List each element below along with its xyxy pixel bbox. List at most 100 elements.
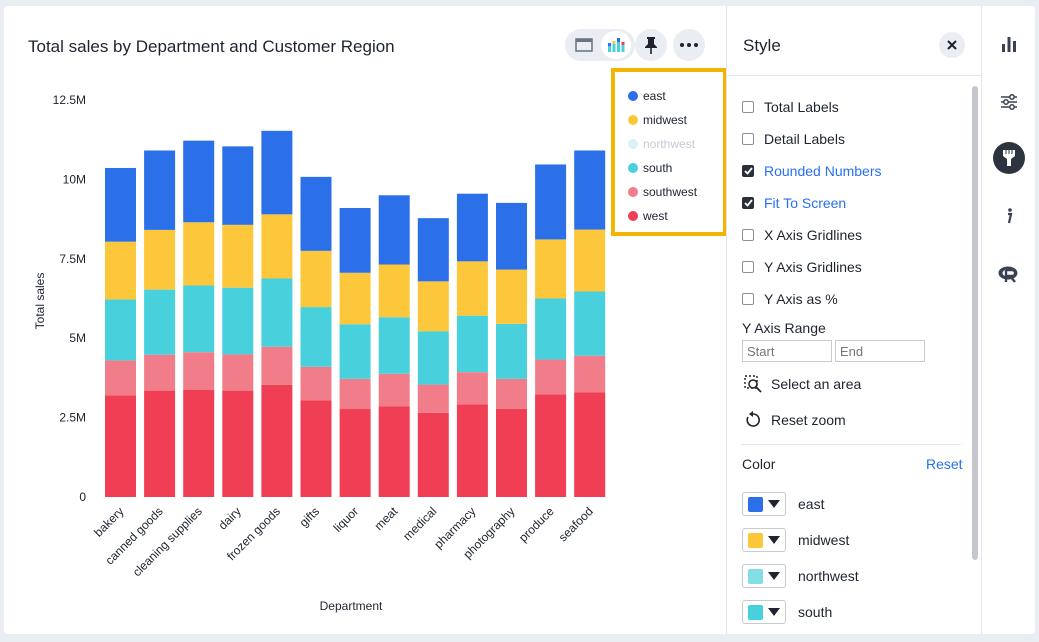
bar-segment-south[interactable] <box>456 315 488 373</box>
bar-segment-south[interactable] <box>144 289 176 355</box>
bar-segment-midwest[interactable] <box>144 229 176 290</box>
checkbox[interactable] <box>742 101 754 113</box>
color-picker-button[interactable] <box>742 528 786 552</box>
style-button[interactable] <box>993 142 1025 174</box>
option-y-axis-as[interactable]: Y Axis as % <box>742 290 838 308</box>
y-axis-range-end-input[interactable] <box>835 340 925 362</box>
color-picker-button[interactable] <box>742 492 786 516</box>
bar-segment-southwest[interactable] <box>261 346 293 385</box>
settings-button[interactable] <box>993 86 1025 118</box>
bar-segment-south[interactable] <box>183 285 215 353</box>
info-button[interactable] <box>993 200 1025 232</box>
color-reset-link[interactable]: Reset <box>926 456 963 472</box>
legend-item-midwest[interactable]: midwest <box>628 112 687 128</box>
bar-segment-midwest[interactable] <box>496 269 527 324</box>
checkbox[interactable] <box>742 197 754 209</box>
option-x-axis-gridlines[interactable]: X Axis Gridlines <box>742 226 862 244</box>
bar-segment-southwest[interactable] <box>535 359 567 395</box>
bar-segment-southwest[interactable] <box>222 354 254 391</box>
bar-segment-west[interactable] <box>144 390 176 497</box>
checkbox[interactable] <box>742 293 754 305</box>
bar-segment-east[interactable] <box>456 193 488 262</box>
option-total-labels[interactable]: Total Labels <box>742 98 839 116</box>
bar-segment-east[interactable] <box>378 195 410 265</box>
legend-item-west[interactable]: west <box>628 208 668 224</box>
bar-segment-south[interactable] <box>300 307 332 367</box>
bar-segment-west[interactable] <box>183 389 215 497</box>
bar-segment-east[interactable] <box>574 150 606 230</box>
bar-segment-south[interactable] <box>261 278 293 347</box>
bar-segment-southwest[interactable] <box>417 384 449 413</box>
bar-segment-south[interactable] <box>339 324 371 379</box>
more-button[interactable] <box>673 29 705 61</box>
chart-view-button[interactable] <box>601 31 631 59</box>
view-toggle[interactable] <box>565 29 635 61</box>
bar-segment-west[interactable] <box>417 412 449 497</box>
pin-button[interactable] <box>635 29 667 61</box>
chart-config-button[interactable] <box>993 28 1025 60</box>
option-rounded-numbers[interactable]: Rounded Numbers <box>742 162 882 180</box>
bar-segment-west[interactable] <box>339 409 371 497</box>
bar-segment-southwest[interactable] <box>183 352 215 390</box>
bar-segment-west[interactable] <box>378 406 410 497</box>
bar-segment-midwest[interactable] <box>300 250 332 308</box>
bar-segment-east[interactable] <box>105 167 136 242</box>
bar-segment-west[interactable] <box>261 384 293 497</box>
y-axis-range-start-input[interactable] <box>742 340 832 362</box>
bar-segment-southwest[interactable] <box>144 354 176 391</box>
bar-segment-south[interactable] <box>378 317 410 374</box>
bar-segment-east[interactable] <box>417 218 449 282</box>
checkbox[interactable] <box>742 133 754 145</box>
checkbox[interactable] <box>742 165 754 177</box>
option-detail-labels[interactable]: Detail Labels <box>742 130 845 148</box>
r-analysis-button[interactable] <box>993 258 1025 290</box>
legend-item-east[interactable]: east <box>628 88 666 104</box>
bar-segment-midwest[interactable] <box>105 241 136 300</box>
bar-segment-east[interactable] <box>183 140 215 223</box>
reset-zoom-button[interactable]: Reset zoom <box>743 410 846 430</box>
bar-segment-southwest[interactable] <box>456 372 488 405</box>
bar-segment-midwest[interactable] <box>261 214 293 279</box>
bar-segment-south[interactable] <box>105 299 136 361</box>
legend-item-south[interactable]: south <box>628 160 672 176</box>
bar-segment-west[interactable] <box>222 390 254 497</box>
bar-segment-midwest[interactable] <box>456 261 488 316</box>
checkbox[interactable] <box>742 261 754 273</box>
bar-segment-midwest[interactable] <box>183 222 215 286</box>
option-fit-to-screen[interactable]: Fit To Screen <box>742 194 846 212</box>
bar-segment-east[interactable] <box>535 164 567 240</box>
bar-segment-east[interactable] <box>144 150 176 230</box>
option-y-axis-gridlines[interactable]: Y Axis Gridlines <box>742 258 862 276</box>
bar-segment-midwest[interactable] <box>222 224 254 288</box>
style-pane-scrollbar[interactable] <box>972 86 978 560</box>
bar-segment-midwest[interactable] <box>339 272 371 325</box>
bar-segment-southwest[interactable] <box>339 378 371 410</box>
bar-segment-east[interactable] <box>496 202 527 270</box>
bar-segment-southwest[interactable] <box>378 373 410 407</box>
bar-segment-midwest[interactable] <box>535 239 567 299</box>
bar-segment-southwest[interactable] <box>574 355 606 393</box>
bar-segment-midwest[interactable] <box>574 229 606 292</box>
bar-segment-midwest[interactable] <box>378 264 410 318</box>
bar-segment-west[interactable] <box>535 394 567 497</box>
bar-segment-southwest[interactable] <box>496 378 527 409</box>
bar-segment-west[interactable] <box>105 395 136 497</box>
legend-item-northwest[interactable]: northwest <box>628 136 695 152</box>
bar-segment-south[interactable] <box>535 298 567 360</box>
bar-segment-east[interactable] <box>261 130 293 215</box>
bar-segment-south[interactable] <box>574 291 606 356</box>
bar-segment-west[interactable] <box>496 408 527 497</box>
bar-segment-south[interactable] <box>417 331 449 385</box>
bar-segment-southwest[interactable] <box>300 366 332 401</box>
bar-segment-midwest[interactable] <box>417 281 449 332</box>
checkbox[interactable] <box>742 229 754 241</box>
bar-segment-east[interactable] <box>222 146 254 225</box>
bar-segment-west[interactable] <box>574 392 606 497</box>
close-button[interactable] <box>939 32 965 58</box>
select-area-button[interactable]: Select an area <box>743 374 861 394</box>
legend-item-southwest[interactable]: southwest <box>628 184 697 200</box>
bar-segment-west[interactable] <box>456 404 488 497</box>
color-picker-button[interactable] <box>742 600 786 624</box>
color-picker-button[interactable] <box>742 564 786 588</box>
bar-segment-south[interactable] <box>496 323 527 379</box>
